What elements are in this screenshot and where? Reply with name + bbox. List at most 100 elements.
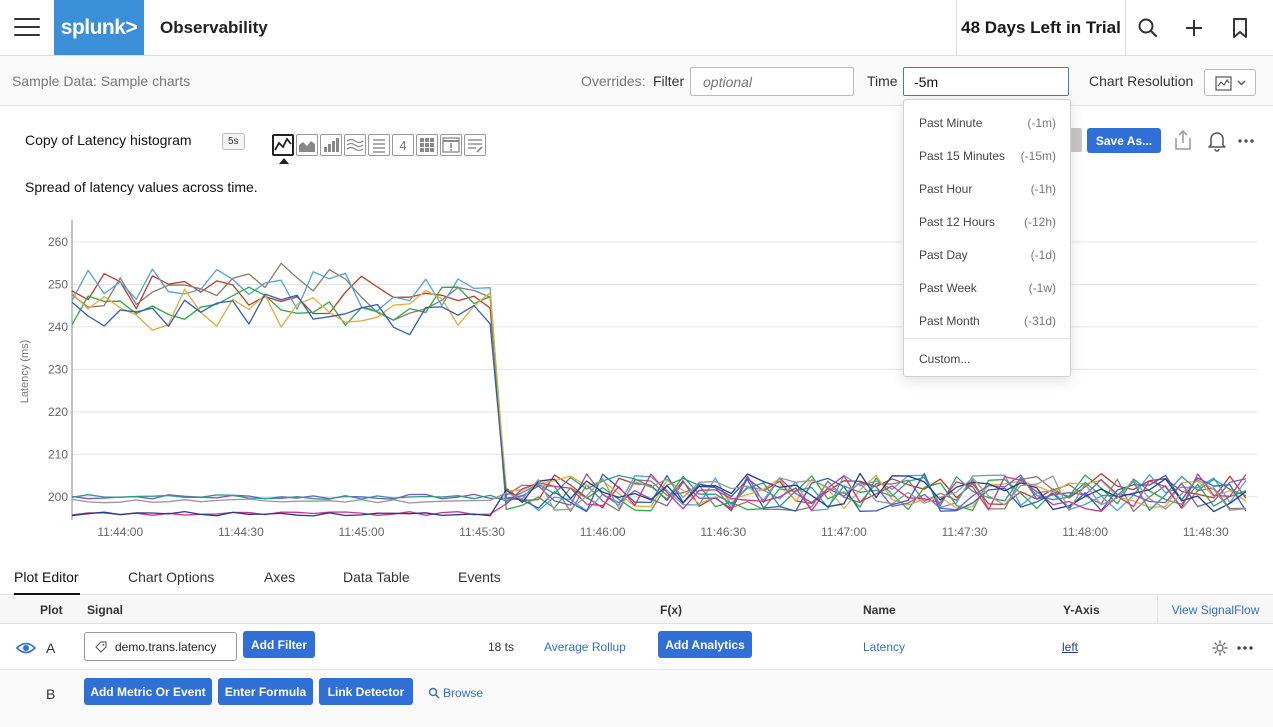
y-tick-label: 200	[48, 490, 68, 504]
link-detector-button[interactable]: Link Detector	[319, 678, 413, 705]
chart-resolution-dropdown[interactable]	[1204, 69, 1256, 96]
trial-status[interactable]: 48 Days Left in Trial	[956, 0, 1126, 55]
time-input[interactable]	[903, 67, 1069, 96]
column-header-fx: F(x)	[660, 603, 682, 617]
x-tick-label: 11:45:30	[459, 525, 505, 539]
time-option-label: Past 15 Minutes	[919, 149, 1006, 163]
y-tick-label: 250	[48, 277, 68, 291]
time-option[interactable]: Past Hour (-1h)	[904, 173, 1070, 206]
enter-formula-button[interactable]: Enter Formula	[218, 678, 313, 705]
column-header-plot: Plot	[40, 603, 63, 617]
plot-name-link[interactable]: Latency	[863, 640, 905, 654]
x-tick-label: 11:47:30	[942, 525, 988, 539]
tab-plot-editor[interactable]: Plot Editor	[14, 569, 79, 585]
add-icon[interactable]	[1180, 14, 1208, 42]
time-option[interactable]: Past 12 Hours (-12h)	[904, 206, 1070, 239]
signal-pill[interactable]: demo.trans.latency	[84, 632, 237, 661]
overrides-label: Overrides:	[581, 73, 646, 89]
time-option-code: (-1w)	[1028, 281, 1056, 295]
add-analytics-button[interactable]: Add Analytics	[658, 631, 752, 658]
single-value-chart-type-icon[interactable]: 4	[392, 134, 414, 156]
menu-icon[interactable]	[14, 18, 40, 38]
x-tick-label: 11:44:30	[218, 525, 264, 539]
time-option[interactable]: Past Minute (-1m)	[904, 107, 1070, 140]
time-option-label: Past Month	[919, 314, 980, 328]
browse-search-icon[interactable]	[428, 686, 440, 704]
y-tick-label: 230	[48, 362, 68, 376]
eye-visibility-icon[interactable]	[15, 640, 37, 661]
time-option-code: (-1h)	[1030, 182, 1056, 196]
area-chart-type-icon[interactable]	[296, 134, 318, 156]
rollup-link[interactable]: Average Rollup	[544, 640, 626, 654]
timeseries-count: 18 ts	[488, 640, 515, 654]
latency-line-chart: 200 210 220 230 240 250 260 Latency (ms) 11:44:0…	[19, 220, 1258, 539]
time-option-code: (-15m)	[1020, 149, 1056, 163]
plot-letter-b: B	[46, 686, 56, 702]
yaxis-link[interactable]: left	[1062, 640, 1078, 654]
time-option[interactable]: Past Day (-1d)	[904, 239, 1070, 272]
histogram-chart-type-icon[interactable]	[344, 134, 366, 156]
tab-chart-options[interactable]: Chart Options	[128, 569, 214, 585]
tab-data-table[interactable]: Data Table	[343, 569, 410, 585]
time-option-code: (-1d)	[1030, 248, 1056, 262]
signal-name: demo.trans.latency	[115, 639, 217, 654]
tab-axes[interactable]: Axes	[264, 569, 295, 585]
column-header-signal: Signal	[87, 603, 124, 617]
filter-label: Filter	[653, 73, 685, 89]
view-signalflow-link[interactable]: View SignalFlow	[1157, 596, 1273, 624]
time-option[interactable]: Past Week (-1w)	[904, 272, 1070, 305]
event-feed-chart-type-icon[interactable]	[440, 134, 462, 156]
column-header-yaxis: Y-Axis	[1063, 603, 1100, 617]
x-tick-label: 11:47:00	[821, 525, 867, 539]
tab-events[interactable]: Events	[458, 569, 501, 585]
share-icon[interactable]	[1172, 128, 1194, 152]
y-tick-label: 240	[48, 320, 68, 334]
save-as-button[interactable]: Save As...	[1087, 128, 1161, 153]
column-chart-type-icon[interactable]	[320, 134, 342, 156]
bookmark-icon[interactable]	[1226, 14, 1254, 42]
chart-description[interactable]: Spread of latency values across time.	[25, 179, 258, 195]
line-chart-type-icon[interactable]	[272, 134, 294, 156]
x-tick-label: 11:48:00	[1062, 525, 1108, 539]
time-option-code: (-1m)	[1027, 116, 1056, 130]
browse-link[interactable]: Browse	[443, 686, 483, 700]
filter-input[interactable]	[690, 67, 854, 96]
y-tick-label: 210	[48, 447, 68, 461]
dropdown-separator	[904, 338, 1070, 339]
text-chart-type-icon[interactable]	[464, 134, 486, 156]
time-option[interactable]: Past 15 Minutes (-15m)	[904, 140, 1070, 173]
search-icon[interactable]	[1134, 14, 1162, 42]
more-options-icon[interactable]	[1236, 128, 1258, 152]
x-tick-label: 11:45:00	[339, 525, 385, 539]
gear-icon[interactable]	[1211, 639, 1229, 662]
time-option-label: Custom...	[919, 352, 971, 366]
heatmap-chart-type-icon[interactable]	[416, 134, 438, 156]
time-option-label: Past 12 Hours	[919, 215, 996, 229]
time-option-custom[interactable]: Custom...	[904, 343, 1070, 376]
time-range-dropdown: Custom... Past Minute (-1m) Past 15 Minute…	[903, 99, 1071, 377]
x-tick-label: 11:48:30	[1183, 525, 1229, 539]
column-header-name: Name	[863, 603, 896, 617]
app-title: Observability	[160, 18, 268, 37]
chart-title[interactable]: Copy of Latency histogram	[25, 132, 192, 148]
list-chart-type-icon[interactable]	[368, 134, 390, 156]
time-label: Time	[867, 73, 898, 89]
y-tick-label: 260	[48, 235, 68, 249]
active-chart-type-caret	[279, 158, 289, 164]
time-option[interactable]: Past Month (-31d)	[904, 305, 1070, 338]
row-more-options-icon[interactable]	[1236, 639, 1254, 662]
x-tick-label: 11:46:00	[580, 525, 626, 539]
add-filter-button[interactable]: Add Filter	[243, 631, 315, 658]
editor-tabs: Plot Editor Chart Options Axes Data Tabl…	[0, 561, 1273, 595]
time-option-label: Past Minute	[919, 116, 983, 130]
time-option-code: (-12h)	[1023, 215, 1056, 229]
x-tick-label: 11:46:30	[700, 525, 746, 539]
dashboard-breadcrumb: Sample Data: Sample charts	[12, 73, 191, 89]
chart-resolution-label: Chart Resolution	[1089, 73, 1194, 89]
add-metric-or-event-button[interactable]: Add Metric Or Event	[84, 678, 212, 705]
splunk-logo[interactable]: splunk>	[54, 0, 144, 55]
bell-icon[interactable]	[1206, 128, 1228, 152]
time-option-code: (-31d)	[1023, 314, 1056, 328]
tag-icon	[95, 641, 107, 653]
resolution-chart-icon	[1215, 76, 1246, 91]
